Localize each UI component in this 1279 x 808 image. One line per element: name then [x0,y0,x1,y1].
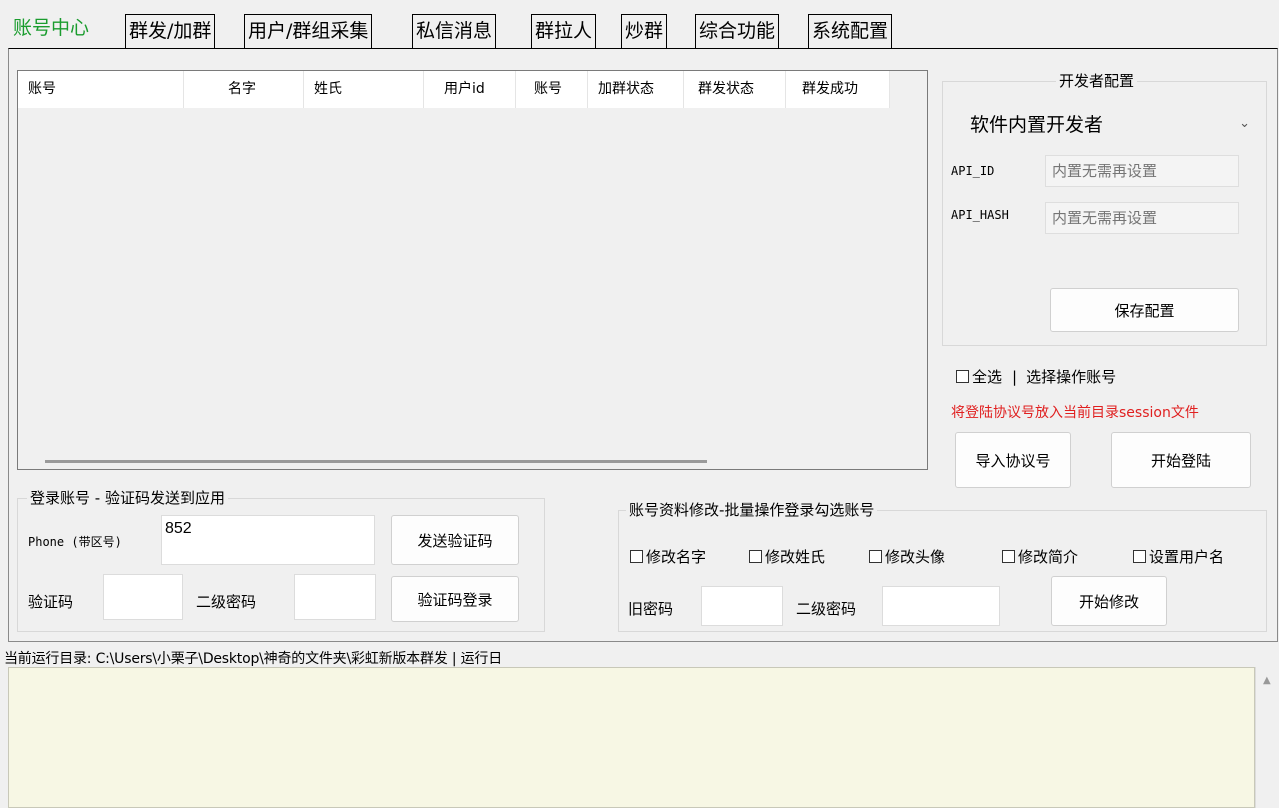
accounts-list[interactable]: 账号 名字 姓氏 用户id 账号 加群状态 群发状态 群发成功 [17,70,928,470]
scroll-up-arrow-icon[interactable]: ▲ [1263,675,1271,686]
tab-private-message[interactable]: 私信消息 [412,14,497,48]
edit-avatar-checkbox[interactable]: 修改头像 [869,546,945,567]
send-code-button[interactable]: 发送验证码 [391,515,519,565]
accounts-list-hscrollbar[interactable] [45,460,707,463]
edit-avatar-box [869,550,882,563]
code-label: 验证码 [28,593,74,611]
developer-select-value: 软件内置开发者 [970,113,1104,136]
tab-group-hype[interactable]: 炒群 [621,14,668,48]
import-accounts-button[interactable]: 导入协议号 [955,432,1071,488]
edit-bio-checkbox[interactable]: 修改简介 [1002,546,1078,567]
accounts-list-header: 账号 名字 姓氏 用户id 账号 加群状态 群发状态 群发成功 [18,71,890,108]
col-join-status[interactable]: 加群状态 [588,71,684,108]
select-all-checkbox[interactable]: 全选 | 选择操作账号 [956,366,1116,387]
login-twofa-input[interactable] [294,574,376,620]
api-id-label: API_ID [951,164,995,178]
select-all-box [956,370,969,383]
developer-select[interactable]: 软件内置开发者 ⌄ [962,104,1258,142]
col-send-status[interactable]: 群发状态 [684,71,786,108]
col-first-name[interactable]: 名字 [184,71,304,108]
login-twofa-label: 二级密码 [196,593,257,611]
log-vscrollbar[interactable]: ▲ [1255,667,1279,808]
col-account[interactable]: 账号 [18,71,184,108]
old-password-label: 旧密码 [628,600,674,618]
start-login-button[interactable]: 开始登陆 [1111,432,1251,488]
edit-last-name-label: 修改姓氏 [765,548,826,566]
login-group-title: 登录账号 - 验证码发送到应用 [27,488,228,508]
phone-input[interactable] [161,515,375,565]
code-login-button[interactable]: 验证码登录 [391,576,519,622]
old-password-input[interactable] [701,586,783,626]
col-last-name[interactable]: 姓氏 [304,71,424,108]
tab-group-send-join[interactable]: 群发/加群 [125,14,216,48]
tab-account-center[interactable]: 账号中心 [8,6,95,48]
status-bar: 当前运行目录: C:\Users\小栗子\Desktop\神奇的文件夹\彩虹新版… [4,651,502,667]
set-username-checkbox[interactable]: 设置用户名 [1133,546,1224,567]
code-input[interactable] [103,574,183,620]
edit-last-name-checkbox[interactable]: 修改姓氏 [749,546,825,567]
tab-group-pull[interactable]: 群拉人 [531,14,597,48]
profile-edit-title: 账号资料修改-批量操作登录勾选账号 [626,500,878,520]
chevron-down-icon: ⌄ [1239,115,1250,131]
edit-first-name-box [630,550,643,563]
select-all-label: 全选 [972,368,1003,386]
edit-avatar-label: 修改头像 [885,548,946,566]
set-username-box [1133,550,1146,563]
api-hash-label: API_HASH [951,208,1009,222]
col-account-2[interactable]: 账号 [516,71,588,108]
edit-first-name-checkbox[interactable]: 修改名字 [630,546,706,567]
edit-bio-box [1002,550,1015,563]
start-modify-button[interactable]: 开始修改 [1051,576,1167,626]
log-textarea[interactable] [8,667,1255,808]
select-all-separator: | [1012,367,1018,386]
select-accounts-hint: 选择操作账号 [1026,368,1117,386]
tab-misc-features[interactable]: 综合功能 [695,14,780,48]
tab-system-config[interactable]: 系统配置 [808,14,893,48]
edit-bio-label: 修改简介 [1018,548,1079,566]
edit-last-name-box [749,550,762,563]
profile-twofa-label: 二级密码 [796,600,857,618]
api-hash-input[interactable] [1045,202,1239,234]
dev-config-title: 开发者配置 [1056,71,1138,91]
api-id-input[interactable] [1045,155,1239,187]
save-config-button[interactable]: 保存配置 [1050,288,1239,332]
col-user-id[interactable]: 用户id [424,71,516,108]
session-notice: 将登陆协议号放入当前目录session文件 [951,405,1199,421]
profile-twofa-input[interactable] [882,586,1000,626]
phone-label: Phone (带区号) [28,535,122,549]
col-send-success[interactable]: 群发成功 [786,71,890,108]
set-username-label: 设置用户名 [1149,548,1225,566]
tab-user-group-scrape[interactable]: 用户/群组采集 [244,14,373,48]
edit-first-name-label: 修改名字 [646,548,707,566]
